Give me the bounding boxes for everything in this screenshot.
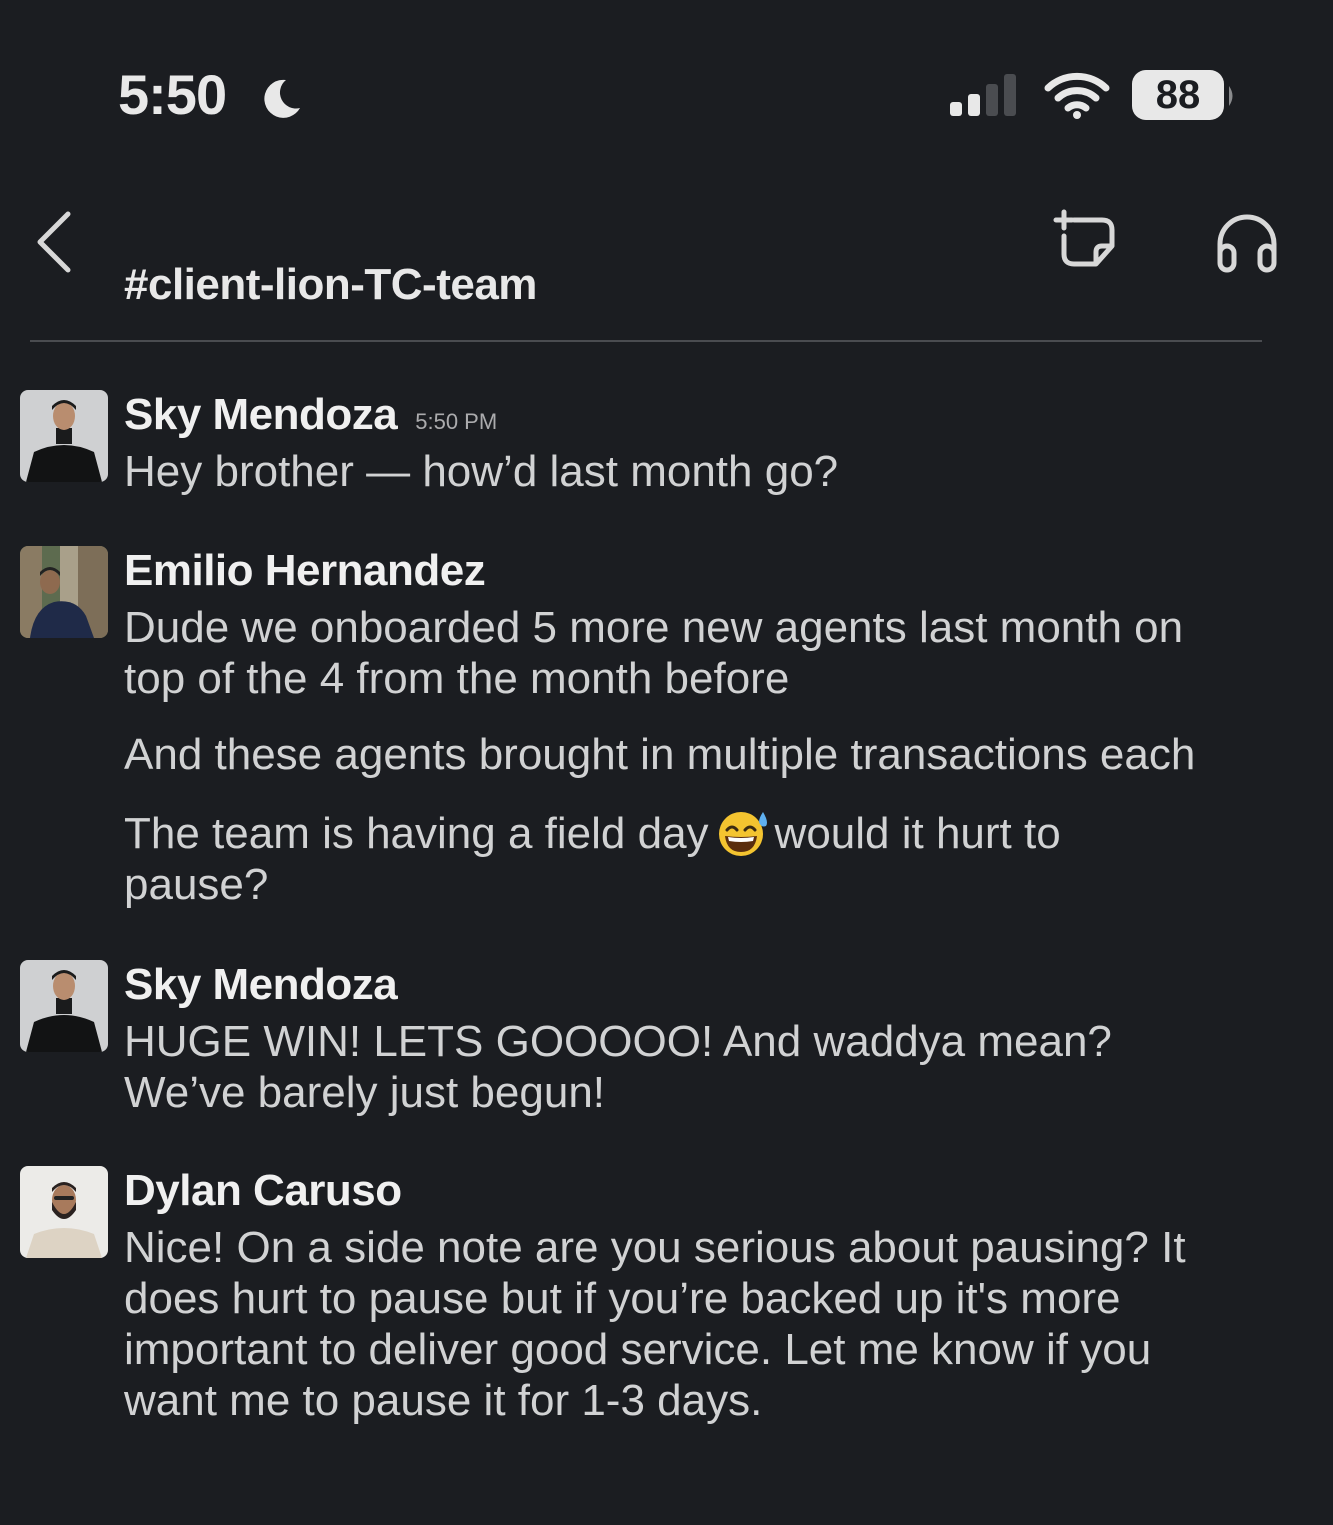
channel-header: #client-lion-TC-team (0, 190, 1333, 342)
status-time: 5:50 (118, 63, 227, 126)
message-text: top of the 4 from the month before (124, 654, 790, 703)
wifi-icon (1044, 72, 1110, 119)
message-text: Nice! On a side note are you serious abo… (124, 1223, 1186, 1272)
message-text: would it hurt to (774, 809, 1061, 858)
message-text: The team is having a field day (124, 809, 709, 858)
sweat-smile-emoji (718, 812, 767, 856)
author-name[interactable]: Sky Mendoza (124, 960, 398, 1010)
author-name[interactable]: Dylan Caruso (124, 1166, 402, 1216)
cellular-signal-icon (950, 74, 1016, 116)
canvas-icon[interactable] (1052, 208, 1120, 272)
author-name[interactable]: Emilio Hernandez (124, 546, 486, 596)
avatar[interactable] (20, 546, 108, 638)
message-timestamp: 5:50 PM (415, 409, 498, 434)
moon-icon (264, 79, 300, 118)
message-text: pause? (124, 860, 269, 909)
channel-title[interactable]: #client-lion-TC-team (124, 260, 537, 310)
message-text: does hurt to pause but if you’re backed … (124, 1274, 1121, 1323)
avatar[interactable] (20, 960, 108, 1052)
header-divider (30, 340, 1262, 342)
status-bar: 5:50 88 (0, 0, 1333, 190)
message-text: HUGE WIN! LETS GOOOOO! And waddya mean? (124, 1017, 1112, 1066)
author-name[interactable]: Sky Mendoza (124, 390, 398, 440)
message-text: And these agents brought in multiple tra… (124, 730, 1196, 779)
battery-level: 88 (1155, 73, 1201, 117)
chevron-left-icon[interactable] (34, 210, 74, 274)
message-text: We’ve barely just begun! (124, 1068, 606, 1117)
message-text: important to deliver good service. Let m… (124, 1325, 1152, 1374)
avatar[interactable] (20, 1166, 108, 1258)
message-text: Hey brother — how’d last month go? (124, 447, 839, 496)
message-text: want me to pause it for 1-3 days. (124, 1376, 763, 1425)
message-text: Dude we onboarded 5 more new agents last… (124, 603, 1184, 652)
avatar[interactable] (20, 390, 108, 482)
message-text-with-emoji: The team is having a field day would it … (124, 808, 1304, 859)
headphones-icon[interactable] (1212, 210, 1282, 274)
